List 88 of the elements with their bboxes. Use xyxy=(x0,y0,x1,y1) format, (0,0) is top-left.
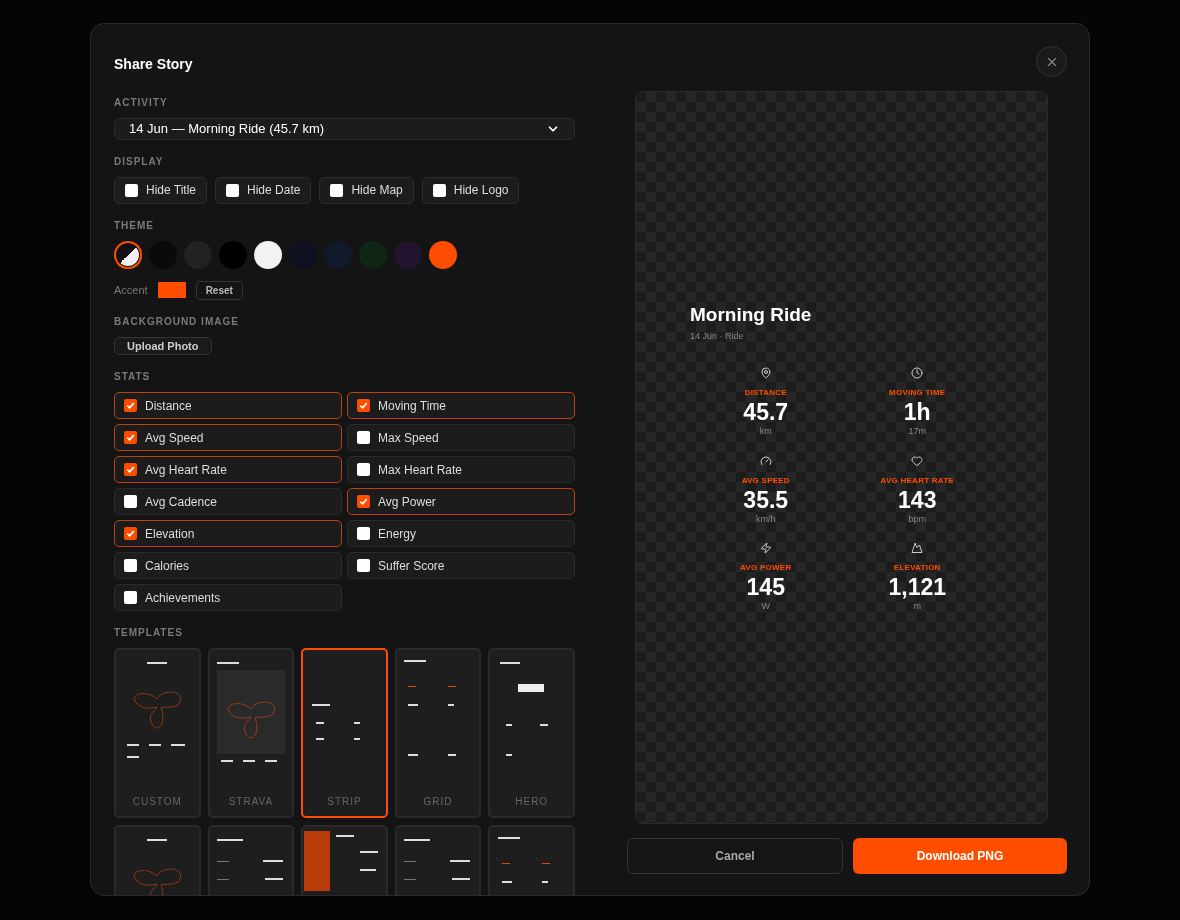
display-option[interactable]: Hide Title xyxy=(114,176,208,204)
checkbox[interactable] xyxy=(124,527,137,540)
stat-unit: 17m xyxy=(908,425,926,439)
gauge-icon xyxy=(759,454,772,467)
template-name: STRIP xyxy=(327,795,362,809)
section-label: TEMPLATES xyxy=(114,626,184,640)
pin-icon xyxy=(759,367,772,380)
reset-button[interactable]: Reset xyxy=(195,280,243,300)
checkbox[interactable] xyxy=(124,495,137,508)
lightning-icon xyxy=(759,542,772,555)
stat-unit: W xyxy=(761,600,770,614)
checkbox[interactable] xyxy=(125,183,138,197)
display-option[interactable]: Hide Logo xyxy=(421,176,520,204)
stat-option[interactable]: Max Speed xyxy=(347,424,575,451)
template-name: STRAVA xyxy=(228,795,274,809)
stat-option[interactable]: Avg Cadence xyxy=(114,488,342,515)
template-preview-drawing xyxy=(404,839,471,880)
section-label: BACKGROUND IMAGE xyxy=(114,314,240,329)
stat-option[interactable]: Calories xyxy=(114,552,342,579)
checkbox[interactable] xyxy=(432,183,446,197)
stat-label: AVG POWER xyxy=(740,562,792,575)
template-name: HERO xyxy=(515,795,549,809)
stat-label: MOVING TIME xyxy=(889,387,946,400)
theme-swatch[interactable] xyxy=(394,240,422,269)
template-preview-drawing xyxy=(216,839,283,880)
stat-label: ELEVATION xyxy=(893,562,941,575)
stat-option[interactable]: Distance xyxy=(114,392,342,419)
stat-option[interactable]: Energy xyxy=(347,520,575,547)
cancel-button[interactable]: Cancel xyxy=(627,838,843,874)
checkbox[interactable] xyxy=(124,399,137,412)
stat-option[interactable]: Avg Heart Rate xyxy=(114,456,342,483)
stat-option[interactable]: Avg Power xyxy=(347,488,575,515)
stat-value: 1h xyxy=(903,399,931,426)
checkbox[interactable] xyxy=(357,559,370,572)
checkbox[interactable] xyxy=(357,431,370,444)
stat-unit: bpm xyxy=(908,512,926,526)
stat-label: AVG SPEED xyxy=(741,474,790,487)
mountain-icon xyxy=(911,542,924,555)
upload-photo-button[interactable]: Upload Photo xyxy=(114,336,212,355)
dialog-title: Share Story xyxy=(114,55,194,74)
display-option[interactable]: Hide Map xyxy=(319,176,414,204)
story-subtitle: 14 Jun · Ride xyxy=(690,329,745,343)
stat-option[interactable]: Moving Time xyxy=(347,392,575,419)
stat-value: 45.7 xyxy=(743,399,789,426)
stat-value: 143 xyxy=(898,486,937,513)
template-preview-drawing xyxy=(134,839,182,895)
template-name: CUSTOM xyxy=(132,795,182,809)
story-title: Morning Ride xyxy=(690,303,813,328)
stat-label: DISTANCE xyxy=(744,387,787,400)
activity-select[interactable]: 14 Jun — Morning Ride (45.7 km) xyxy=(114,118,575,140)
checkbox[interactable] xyxy=(357,527,370,540)
template-name: GRID xyxy=(423,795,453,809)
close-button[interactable] xyxy=(1036,46,1067,77)
stat-unit: km xyxy=(759,425,772,439)
stat-unit: km/h xyxy=(756,512,776,526)
section-label: STATS xyxy=(114,370,152,384)
stat-value: 35.5 xyxy=(743,486,789,513)
stat-option[interactable]: Suffer Score xyxy=(347,552,575,579)
stat-unit: m xyxy=(913,600,921,614)
stat-option[interactable]: Achievements xyxy=(114,584,342,611)
checkbox[interactable] xyxy=(124,431,137,444)
theme-swatch[interactable] xyxy=(254,240,282,269)
checkbox[interactable] xyxy=(124,463,137,476)
theme-swatch[interactable] xyxy=(429,240,457,269)
stat-option[interactable]: Max Heart Rate xyxy=(347,456,575,483)
stat-option[interactable]: Elevation xyxy=(114,520,342,547)
display-option[interactable]: Hide Date xyxy=(215,176,312,204)
section-label: DISPLAY xyxy=(114,154,165,169)
template-preview-drawing xyxy=(497,837,550,883)
stat-label: AVG HEART RATE xyxy=(880,474,954,487)
checkbox[interactable] xyxy=(357,495,370,508)
checkbox[interactable] xyxy=(226,183,240,197)
accent-color-picker[interactable] xyxy=(157,282,186,298)
checkbox[interactable] xyxy=(357,399,370,412)
stat-option[interactable]: Avg Speed xyxy=(114,424,342,451)
checkbox[interactable] xyxy=(330,183,344,197)
stat-value: 1,121 xyxy=(888,574,947,601)
checkbox[interactable] xyxy=(357,463,370,476)
heart-icon xyxy=(911,454,924,467)
accent-label: Accent xyxy=(114,282,148,298)
theme-swatch[interactable] xyxy=(114,240,142,269)
template-preview-drawing xyxy=(312,704,361,740)
section-label: THEME xyxy=(114,218,155,233)
checkbox[interactable] xyxy=(124,559,137,572)
section-label: ACTIVITY xyxy=(114,96,169,110)
checkbox[interactable] xyxy=(124,591,137,604)
clock-icon xyxy=(911,367,924,380)
stat-value: 145 xyxy=(746,574,785,601)
